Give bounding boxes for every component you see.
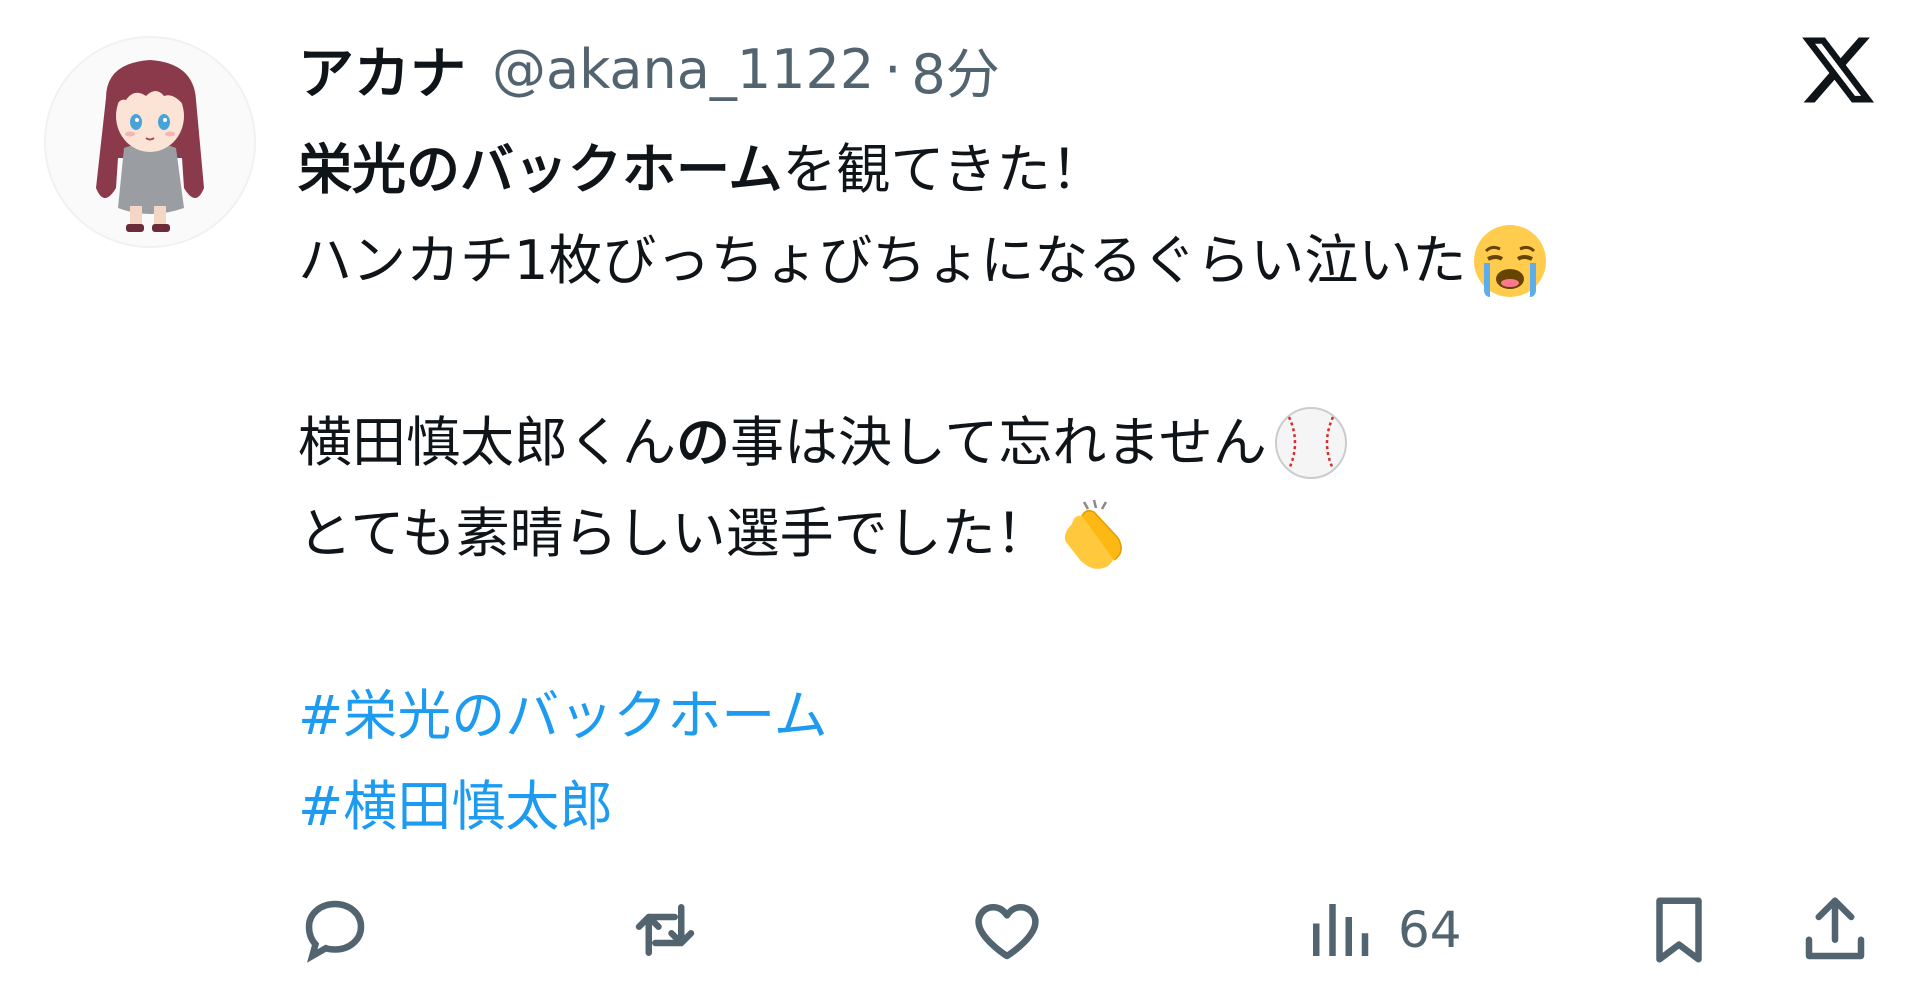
share-button[interactable] <box>1796 880 1874 980</box>
user-handle[interactable]: @akana_1122 <box>492 38 874 101</box>
like-button[interactable] <box>968 880 1046 980</box>
baseball-emoji-icon <box>1274 406 1347 479</box>
display-name[interactable]: アカナ <box>298 29 466 110</box>
tweet-line-4-text: とても素晴らしい選手でした！ <box>298 502 1050 565</box>
tweet-line-3-c: 事は決して忘れません <box>730 411 1267 474</box>
retweet-button[interactable] <box>626 880 704 980</box>
loudly-crying-face-emoji-icon <box>1474 224 1547 297</box>
anime-girl-avatar-icon <box>96 60 204 232</box>
views-icon <box>1313 904 1369 956</box>
share-icon <box>1805 897 1865 960</box>
avatar[interactable] <box>44 36 256 248</box>
reply-icon <box>305 900 365 963</box>
tweet-line-1-rest: を観てきた！ <box>782 138 1105 201</box>
tweet-line-2-text: ハンカチ1枚びっちょびちょになるぐらい泣いた <box>298 229 1467 292</box>
tweet-line-3-a: 横田慎太郎くん <box>298 411 676 474</box>
tweet-card: アカナ @akana_1122 · 8分 栄光のバックホーム を観てきた！ ハンカ… <box>0 0 1920 1002</box>
tweet-line-1: 栄光のバックホーム を観てきた！ <box>298 124 1858 215</box>
tweet-header: アカナ @akana_1122 · 8分 <box>298 26 1000 112</box>
views-count: 64 <box>1398 901 1462 959</box>
tweet-line-3-b: の <box>676 411 730 474</box>
like-icon <box>975 904 1039 960</box>
tweet-line-4: とても素晴らしい選手でした！ <box>298 488 1858 579</box>
bookmark-icon <box>1656 897 1702 963</box>
hashtag-link-2[interactable]: #横田慎太郎 <box>298 761 613 852</box>
retweet-icon <box>635 904 695 956</box>
action-bar: 64 <box>0 880 1920 980</box>
separator-dot: · <box>884 37 902 101</box>
tweet-bold-title: 栄光のバックホーム <box>298 138 783 201</box>
clapping-hands-emoji-icon <box>1064 499 1122 569</box>
tweet-line-2: ハンカチ1枚びっちょびちょになるぐらい泣いた <box>298 215 1858 306</box>
timestamp[interactable]: 8分 <box>911 30 999 109</box>
views-button[interactable]: 64 <box>1300 880 1462 980</box>
hashtag-link-1[interactable]: #栄光のバックホーム <box>298 670 828 761</box>
hashtag-line-1: #栄光のバックホーム <box>298 670 1858 761</box>
x-logo-icon[interactable] <box>1798 30 1878 110</box>
reply-button[interactable] <box>296 880 374 980</box>
hashtag-line-2: #横田慎太郎 <box>298 761 1858 852</box>
tweet-line-3: 横田慎太郎くんの事は決して忘れません <box>298 397 1858 488</box>
tweet-text: 栄光のバックホーム を観てきた！ ハンカチ1枚びっちょびちょになるぐらい泣いた 横… <box>298 124 1858 852</box>
bookmark-button[interactable] <box>1640 880 1718 980</box>
